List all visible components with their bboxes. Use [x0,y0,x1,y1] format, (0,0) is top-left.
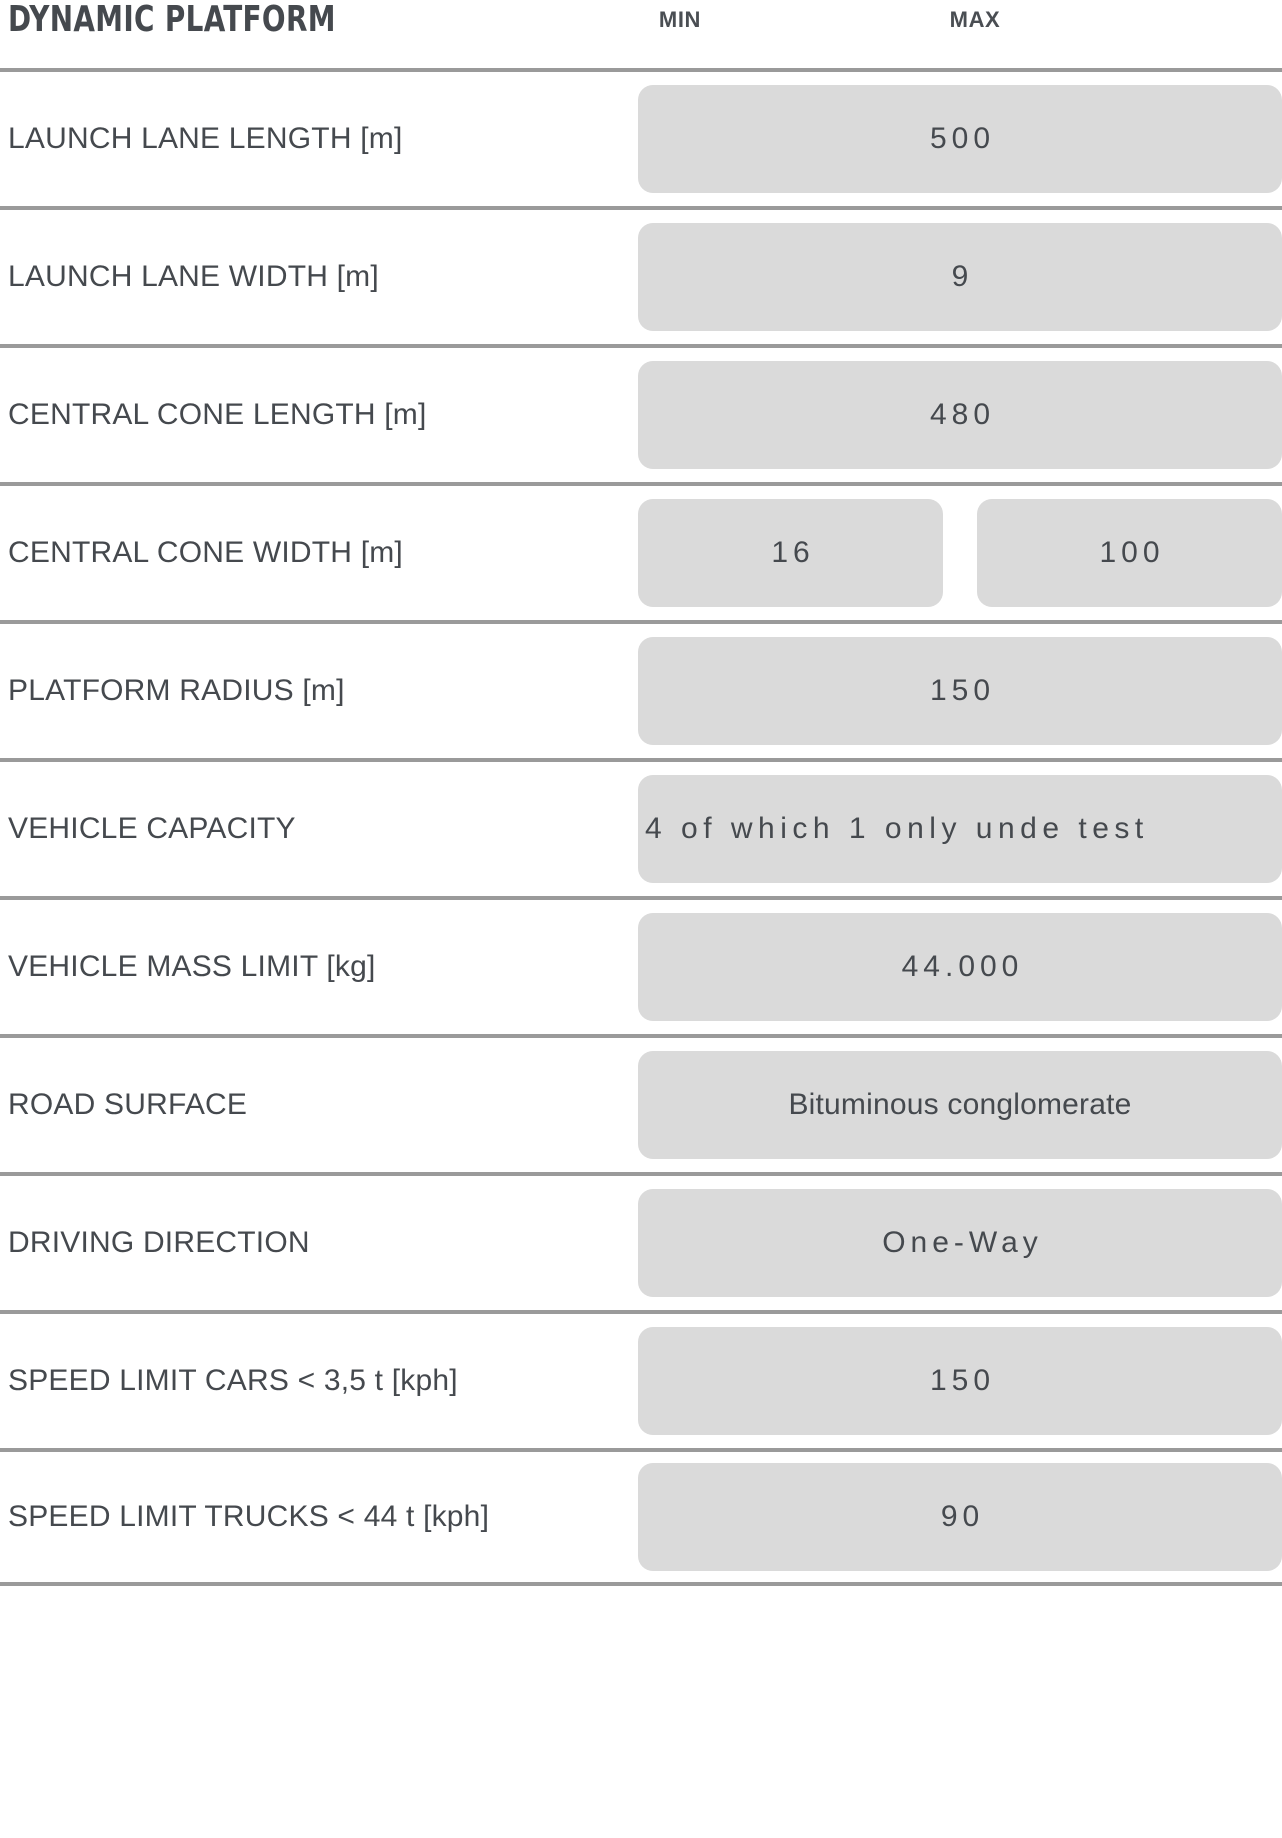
table-row: ROAD SURFACE Bituminous conglomerate [0,1034,1282,1172]
table-row: CENTRAL CONE WIDTH [m] 16 100 [0,482,1282,620]
row-label: CENTRAL CONE LENGTH [m] [8,398,427,431]
table-row: LAUNCH LANE WIDTH [m] 9 [0,206,1282,344]
table-row: SPEED LIMIT TRUCKS < 44 t [kph] 90 [0,1448,1282,1586]
value-pill: 9 [638,223,1282,331]
value-pill: 150 [638,637,1282,745]
table-row: SPEED LIMIT CARS < 3,5 t [kph] 150 [0,1310,1282,1448]
row-values: 150 [638,1327,1282,1435]
row-label: VEHICLE CAPACITY [8,812,296,845]
column-header-min: MIN [658,7,702,32]
table-row: PLATFORM RADIUS [m] 150 [0,620,1282,758]
value-pill-max: 100 [977,499,1282,607]
row-label: SPEED LIMIT CARS < 3,5 t [kph] [8,1364,458,1397]
table-row: CENTRAL CONE LENGTH [m] 480 [0,344,1282,482]
row-label: ROAD SURFACE [8,1088,248,1121]
value-pill: 4 of which 1 only unde test [638,775,1282,883]
table-body: LAUNCH LANE LENGTH [m] 500 LAUNCH LANE W… [0,68,1282,1586]
row-label: LAUNCH LANE WIDTH [m] [8,260,379,293]
row-label: LAUNCH LANE LENGTH [m] [8,122,403,155]
value-pill: One-Way [638,1189,1282,1297]
row-values: 150 [638,637,1282,745]
row-values: 480 [638,361,1282,469]
value-pill: 44.000 [638,913,1282,1021]
row-values: 16 100 [638,499,1282,607]
value-pill-min: 16 [638,499,943,607]
page-title: DYNAMIC PLATFORM [8,0,336,40]
row-values: One-Way [638,1189,1282,1297]
row-values: Bituminous conglomerate [638,1051,1282,1159]
table-row: DRIVING DIRECTION One-Way [0,1172,1282,1310]
row-values: 500 [638,85,1282,193]
table-row: VEHICLE MASS LIMIT [kg] 44.000 [0,896,1282,1034]
value-pill: 150 [638,1327,1282,1435]
table-row: VEHICLE CAPACITY 4 of which 1 only unde … [0,758,1282,896]
row-label: CENTRAL CONE WIDTH [m] [8,536,403,569]
column-header-max: MAX [949,7,1001,32]
row-label: SPEED LIMIT TRUCKS < 44 t [kph] [8,1500,490,1533]
value-pill: 90 [638,1463,1282,1571]
value-pill: 480 [638,361,1282,469]
row-label: DRIVING DIRECTION [8,1226,310,1259]
row-label: PLATFORM RADIUS [m] [8,674,345,707]
dynamic-platform-spec-table: DYNAMIC PLATFORM MIN MAX LAUNCH LANE LEN… [0,0,1282,1838]
row-values: 44.000 [638,913,1282,1021]
table-row: LAUNCH LANE LENGTH [m] 500 [0,68,1282,206]
value-pill: Bituminous conglomerate [638,1051,1282,1159]
row-values: 90 [638,1463,1282,1571]
value-pill: 500 [638,85,1282,193]
row-values: 9 [638,223,1282,331]
table-header: DYNAMIC PLATFORM MIN MAX [0,0,1282,68]
row-label: VEHICLE MASS LIMIT [kg] [8,950,376,983]
row-values: 4 of which 1 only unde test [638,775,1282,883]
